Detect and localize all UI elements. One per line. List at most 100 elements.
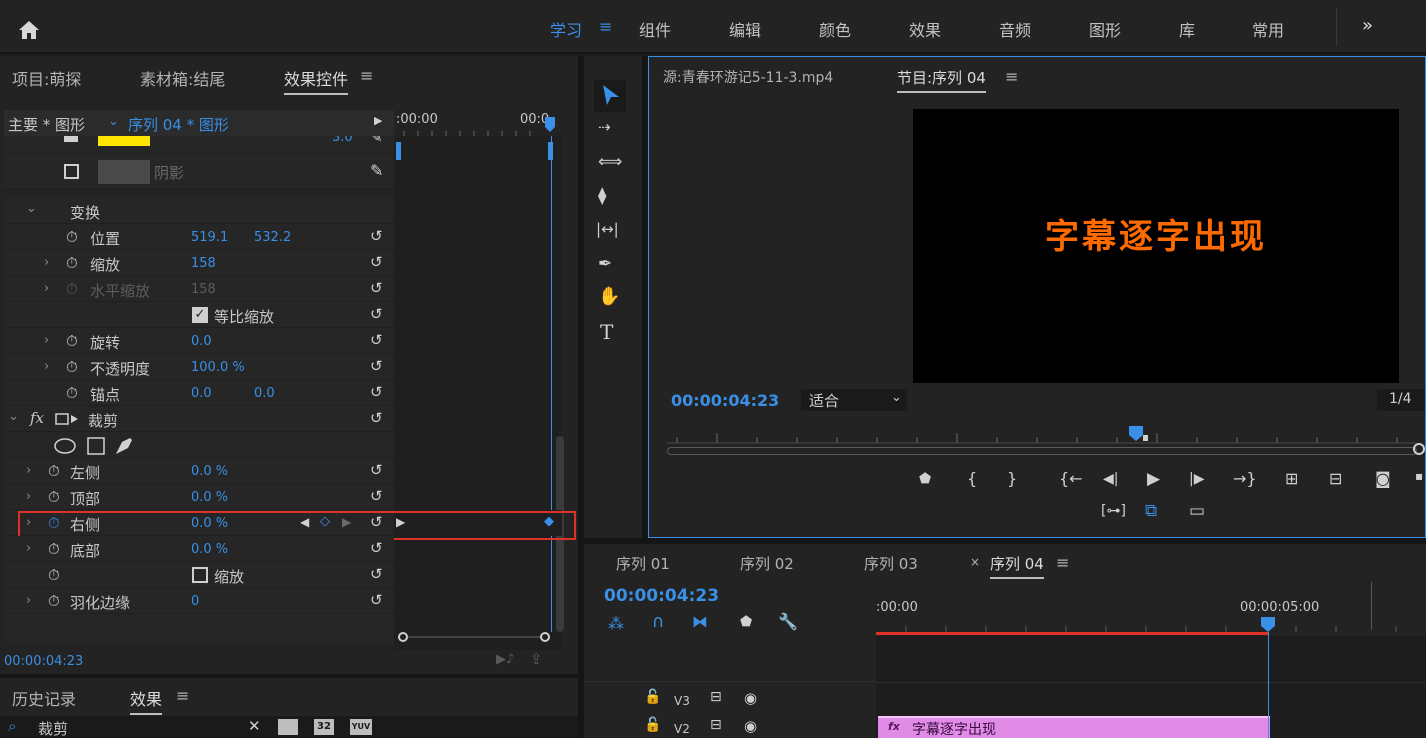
position-y-value[interactable]: 532.2 <box>254 230 291 245</box>
panel-gutter[interactable] <box>0 674 578 678</box>
stroke-width-value[interactable]: 3.0 <box>332 136 353 145</box>
mark-in-icon[interactable]: { <box>967 469 977 488</box>
ec-ruler[interactable]: :00:00 00:0 <box>394 110 562 136</box>
shadow-color-swatch[interactable] <box>98 160 150 184</box>
chevron-right-icon[interactable]: › <box>44 333 49 348</box>
lock-icon[interactable]: 🔓 <box>644 689 661 705</box>
crop-left-value[interactable]: 0.0 % <box>191 464 228 479</box>
reset-icon[interactable]: ↺ <box>370 383 383 401</box>
workspace-tab-common[interactable]: 常用 <box>1252 17 1284 41</box>
clear-search-icon[interactable]: ✕ <box>248 717 261 735</box>
graphic-clip[interactable]: fx 字幕逐字出现 <box>878 716 1270 738</box>
timeline-ruler[interactable]: :00:00 00:00:05:00 <box>876 582 1426 636</box>
stroke-checkbox[interactable] <box>64 136 78 142</box>
step-back-icon[interactable]: ◀| <box>1103 471 1118 487</box>
monitor-playhead-icon[interactable] <box>1127 425 1149 443</box>
workspace-menu-icon[interactable]: ≡ <box>599 17 612 36</box>
filter-icon[interactable]: ▶♪ <box>496 652 514 667</box>
tab-sequence-02[interactable]: 序列 02 <box>740 553 794 574</box>
scroll-handle-left[interactable] <box>398 632 408 642</box>
mark-out-icon[interactable]: } <box>1007 469 1017 488</box>
transform-group-row[interactable]: ⌄ 变换 <box>4 198 394 224</box>
ec-keyframe-area[interactable] <box>394 136 562 696</box>
tab-bin[interactable]: 素材箱:结尾 <box>140 66 225 90</box>
hand-tool-icon[interactable]: ✋ <box>598 286 620 307</box>
scroll-handle-right[interactable] <box>540 632 550 642</box>
button-editor-icon[interactable]: ▪ <box>1415 469 1423 483</box>
search-input[interactable]: 裁剪 <box>38 718 68 738</box>
workspace-tab-graphics[interactable]: 图形 <box>1089 17 1121 41</box>
fit-dropdown[interactable]: 适合 ⌄ <box>801 389 907 411</box>
workspace-tab-audio[interactable]: 音频 <box>999 17 1031 41</box>
lock-icon[interactable]: 🔓 <box>644 717 661 733</box>
reset-icon[interactable]: ↺ <box>370 357 383 375</box>
add-marker-icon[interactable]: ⬟ <box>740 614 752 630</box>
nest-icon[interactable]: ⁂ <box>608 614 624 633</box>
motion-transform-icon[interactable] <box>54 412 80 426</box>
stopwatch-icon[interactable]: ⏱ <box>48 462 60 480</box>
go-to-out-icon[interactable]: →} <box>1233 469 1257 488</box>
tab-sequence-04[interactable]: 序列 04 <box>990 553 1044 579</box>
razor-tool-icon[interactable]: ⧫ <box>598 186 606 206</box>
chevron-right-icon[interactable]: › <box>26 541 31 556</box>
panel-gutter[interactable] <box>642 56 648 538</box>
chevron-down-icon[interactable]: ⌄ <box>8 409 19 424</box>
wrench-icon[interactable]: 🔧 <box>778 612 798 631</box>
tab-history[interactable]: 历史记录 <box>12 686 76 710</box>
program-timecode[interactable]: 00:00:04:23 <box>671 391 779 410</box>
panel-menu-icon[interactable]: ≡ <box>1005 67 1018 86</box>
chevron-right-icon[interactable]: › <box>44 255 49 270</box>
shadow-checkbox[interactable] <box>64 164 79 179</box>
reset-icon[interactable]: ↺ <box>370 461 383 479</box>
go-to-in-icon[interactable]: {← <box>1059 469 1083 488</box>
anchor-x-value[interactable]: 0.0 <box>191 386 212 401</box>
zoom-checkbox[interactable] <box>192 567 208 583</box>
anchor-y-value[interactable]: 0.0 <box>254 386 275 401</box>
eye-icon[interactable]: ◉ <box>744 689 757 707</box>
play-button[interactable]: ▶ <box>1147 469 1160 489</box>
panel-menu-icon[interactable]: ≡ <box>176 686 189 705</box>
stopwatch-icon[interactable]: ⏱ <box>66 358 78 376</box>
export-icon[interactable]: ⇪ <box>530 650 543 668</box>
workspace-tab-assembly[interactable]: 组件 <box>639 17 671 41</box>
master-clip-label[interactable]: 主要 * 图形 <box>8 114 85 135</box>
workspace-tab-editing[interactable]: 编辑 <box>729 17 761 41</box>
video-frame[interactable]: 字幕逐字出现 <box>913 109 1399 383</box>
play-only-icon[interactable]: ▶ <box>374 114 382 127</box>
chevron-down-icon[interactable]: ⌄ <box>108 114 119 129</box>
add-marker-icon[interactable]: ⬟ <box>919 471 931 487</box>
sync-lock-icon[interactable]: ⊟ <box>710 689 722 705</box>
reset-icon[interactable]: ↺ <box>370 487 383 505</box>
rectangle-mask-icon[interactable] <box>87 437 105 455</box>
stopwatch-icon[interactable]: ⏱ <box>66 332 78 350</box>
ec-zoom-scrollbar[interactable] <box>398 632 550 642</box>
eyedropper-icon[interactable]: ✎ <box>370 161 383 180</box>
linked-selection-icon[interactable]: ⧓ <box>692 612 708 631</box>
reset-icon[interactable]: ↺ <box>370 565 383 583</box>
chevron-right-icon[interactable]: › <box>26 489 31 504</box>
chevron-right-icon[interactable]: › <box>44 359 49 374</box>
type-tool-icon[interactable]: T <box>600 320 613 344</box>
chevron-right-icon[interactable]: › <box>44 281 49 296</box>
safe-margins-icon[interactable]: ▭ <box>1189 501 1205 521</box>
chevron-down-icon[interactable]: ⌄ <box>26 201 37 216</box>
monitor-ruler[interactable] <box>667 425 1417 445</box>
position-x-value[interactable]: 519.1 <box>191 230 228 245</box>
opacity-value[interactable]: 100.0 % <box>191 360 245 375</box>
tab-sequence-03[interactable]: 序列 03 <box>864 553 918 574</box>
sequence-clip-label[interactable]: 序列 04 * 图形 <box>128 114 229 135</box>
stopwatch-icon[interactable]: ⏱ <box>48 566 60 584</box>
stopwatch-icon[interactable]: ⏱ <box>66 228 78 246</box>
pen-mask-icon[interactable] <box>116 438 132 454</box>
ec-current-time[interactable]: 00:00:04:23 <box>4 654 83 669</box>
timeline-timecode[interactable]: 00:00:04:23 <box>604 586 719 606</box>
tab-effect-controls[interactable]: 效果控件 <box>284 66 349 95</box>
panel-menu-icon[interactable]: ≡ <box>1056 553 1069 572</box>
reset-icon[interactable]: ↺ <box>370 591 383 609</box>
reset-icon[interactable]: ↺ <box>370 305 383 323</box>
stopwatch-icon[interactable]: ⏱ <box>66 254 78 272</box>
yuv-effects-icon[interactable]: YUV <box>350 719 372 735</box>
chevron-right-icon[interactable]: › <box>26 463 31 478</box>
selection-tool-icon[interactable] <box>600 84 622 108</box>
panel-menu-icon[interactable]: ≡ <box>360 66 373 85</box>
